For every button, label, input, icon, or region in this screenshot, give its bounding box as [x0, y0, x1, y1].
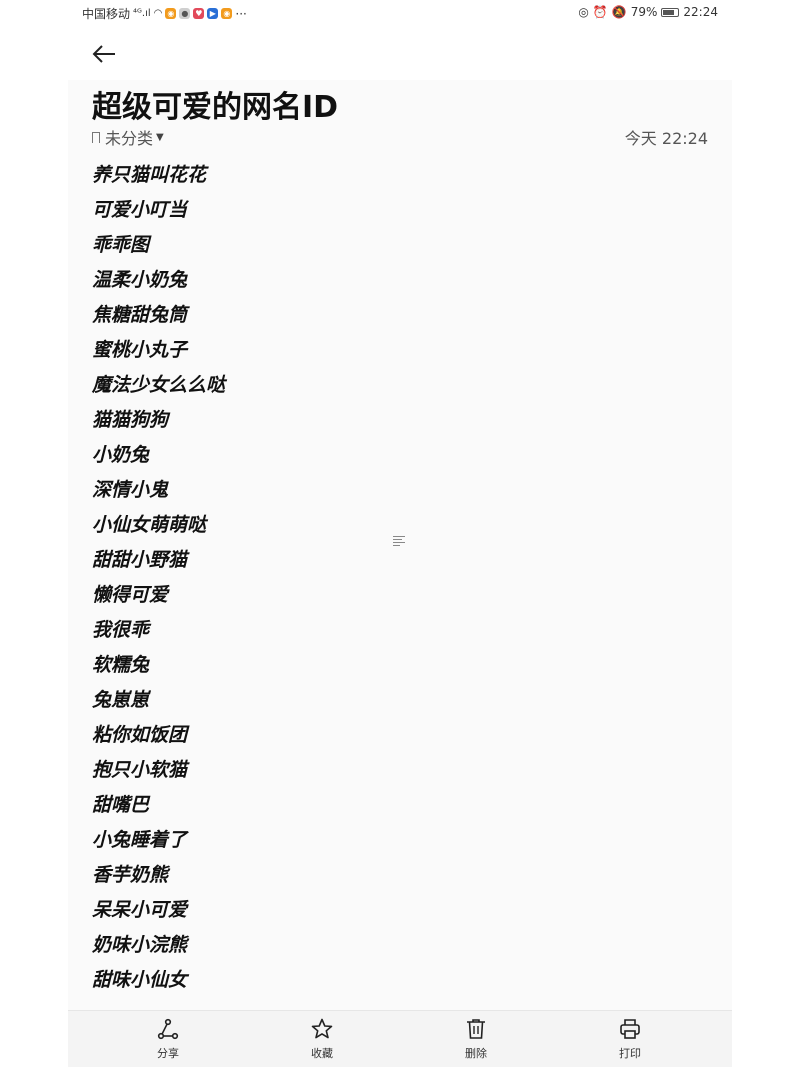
note-line: 可爱小叮当 — [92, 199, 188, 221]
delete-button[interactable]: 删除 — [446, 1017, 506, 1061]
status-left: 中国移动 ⁴ᴳ.ıl ◠ ◉ ● ♥ ▶ ◉ ··· — [82, 5, 247, 22]
note-line: 我很乖 — [92, 619, 150, 641]
app-icon-blue: ▶ — [207, 8, 219, 19]
note-line: 焦糖甜兔筒 — [92, 304, 188, 326]
note-line: 甜味小仙女 — [92, 969, 188, 991]
share-label: 分享 — [157, 1047, 179, 1060]
print-button[interactable]: 打印 — [600, 1017, 660, 1061]
cut-off-line — [92, 1003, 232, 1009]
note-line: 蜜桃小丸子 — [92, 339, 188, 361]
wifi-icon: ◠ — [153, 8, 163, 19]
star-icon — [311, 1018, 333, 1039]
carrier-name: 中国移动 — [82, 7, 131, 21]
delete-label: 删除 — [465, 1047, 487, 1060]
note-line: 养只猫叫花花 — [92, 164, 207, 186]
wechat-icon: ● — [179, 8, 191, 19]
note-line: 抱只小软猫 — [92, 759, 188, 781]
note-title[interactable]: 超级可爱的网名ID — [92, 82, 338, 126]
back-button[interactable] — [88, 38, 120, 70]
note-line: 呆呆小可爱 — [92, 899, 188, 921]
weibo-icon-2: ◉ — [221, 8, 233, 19]
status-right: ◎ ⏰ 🔕 79% 22:24 — [578, 5, 718, 19]
more-notifications-icon: ··· — [235, 6, 247, 21]
note-line: 奶味小浣熊 — [92, 934, 188, 956]
note-line: 兔崽崽 — [92, 689, 150, 711]
note-line: 深情小鬼 — [92, 479, 169, 501]
share-icon — [157, 1018, 179, 1040]
mute-icon: 🔕 — [611, 5, 627, 19]
favorite-button[interactable]: 收藏 — [292, 1017, 352, 1061]
signal-icon: ⁴ᴳ.ıl — [133, 8, 151, 19]
bottom-toolbar: 分享 收藏 删除 打印 — [68, 1010, 732, 1067]
note-line: 魔法少女么么哒 — [92, 374, 226, 396]
note-line: 乖乖图 — [92, 234, 150, 256]
bookmark-icon — [92, 131, 100, 143]
note-line: 猫猫狗狗 — [92, 409, 169, 431]
note-line: 小仙女萌萌哒 — [92, 514, 207, 536]
battery-icon — [661, 7, 680, 17]
text-cursor-icon — [393, 536, 405, 548]
note-line: 甜嘴巴 — [92, 794, 150, 816]
note-line: 甜甜小野猫 — [92, 549, 188, 571]
note-line: 小兔睡着了 — [92, 829, 188, 851]
status-bar: 中国移动 ⁴ᴳ.ıl ◠ ◉ ● ♥ ▶ ◉ ··· ◎ ⏰ 🔕 79% 22:… — [0, 0, 800, 26]
clock: 22:24 — [683, 5, 718, 19]
note-line: 懒得可爱 — [92, 584, 169, 606]
print-label: 打印 — [619, 1047, 641, 1060]
battery-fill — [663, 9, 675, 15]
favorite-label: 收藏 — [311, 1047, 333, 1060]
note-line: 软糯兔 — [92, 654, 150, 676]
trash-icon — [467, 1019, 485, 1039]
note-timestamp: 今天 22:24 — [624, 129, 708, 148]
note-line: 香芋奶熊 — [92, 864, 169, 886]
share-button[interactable]: 分享 — [138, 1017, 198, 1061]
battery-percent: 79% — [630, 5, 658, 19]
alarm-icon: ⏰ — [592, 5, 608, 19]
printer-icon — [620, 1019, 640, 1039]
weibo-icon: ◉ — [165, 8, 177, 19]
category-selector[interactable]: 未分类 ▼ — [92, 125, 164, 149]
arrow-left-icon — [92, 45, 115, 63]
note-line: 粘你如饭团 — [92, 724, 188, 746]
caret-down-icon: ▼ — [156, 131, 164, 143]
note-line: 小奶兔 — [92, 444, 150, 466]
app-icon: ♥ — [193, 8, 205, 19]
note-line: 温柔小奶兔 — [92, 269, 188, 291]
note-body[interactable]: 养只猫叫花花 可爱小叮当乖乖图温柔小奶兔焦糖甜兔筒蜜桃小丸子魔法少女么么哒 猫猫狗狗… — [92, 158, 225, 998]
category-label: 未分类 — [105, 129, 154, 148]
eye-comfort-icon: ◎ — [578, 5, 589, 19]
